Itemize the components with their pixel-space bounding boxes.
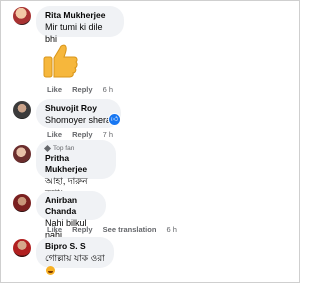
avatar[interactable] (13, 194, 31, 212)
like-reaction-icon[interactable]: 👍︎ (108, 113, 121, 126)
comment-time[interactable]: 6 h (103, 85, 113, 94)
thumbs-up-icon (43, 44, 78, 78)
commenter-name[interactable]: Bipro S. S (45, 241, 105, 252)
commenter-name[interactable]: Shuvojit Roy (45, 103, 112, 114)
commenter-name[interactable]: Anirban Chanda (45, 195, 97, 217)
top-fan-label: Top fan (53, 145, 75, 152)
comment-actions: Like Reply See translation 6 h (47, 225, 185, 234)
reply-button[interactable]: Reply (72, 130, 92, 139)
top-fan-icon (43, 144, 52, 152)
comments-panel: Rita Mukherjee Mir tumi ki dile bhi Like… (0, 0, 300, 283)
comment-bubble: Shuvojit Roy Shomoyer shera (36, 99, 121, 128)
like-button[interactable]: Like (47, 225, 62, 234)
comment-time[interactable]: 6 h (167, 225, 177, 234)
comment-text: Shomoyer shera (45, 115, 112, 125)
haha-emoji-icon (46, 266, 55, 276)
comment-text-value: গোল্লায় যাক ওরা (45, 253, 105, 263)
avatar[interactable] (13, 7, 31, 25)
commenter-name[interactable]: Pritha Mukherjee (45, 153, 107, 175)
comment-actions: Like Reply 6 h (47, 85, 121, 94)
like-button[interactable]: Like (47, 130, 62, 139)
reply-button[interactable]: Reply (72, 225, 92, 234)
avatar[interactable] (13, 239, 31, 257)
avatar[interactable] (13, 101, 31, 119)
comment-bubble: Top fan Pritha Mukherjee আহা, দারুন কথা। (36, 140, 116, 198)
comment-bubble: Rita Mukherjee Mir tumi ki dile bhi (36, 6, 124, 44)
avatar[interactable] (13, 145, 31, 163)
like-button[interactable]: Like (47, 85, 62, 94)
comment-time[interactable]: 7 h (103, 130, 113, 139)
comment-text: গোল্লায় যাক ওরা (45, 252, 105, 276)
comment-bubble: Bipro S. S গোল্লায় যাক ওরা (36, 237, 114, 276)
comment-bubble: Anirban Chanda Nahi bilkul nahi (36, 191, 106, 240)
commenter-name[interactable]: Rita Mukherjee (45, 10, 115, 21)
top-fan-badge: Top fan (43, 144, 107, 153)
see-translation-link[interactable]: See translation (103, 225, 157, 234)
reply-button[interactable]: Reply (72, 85, 92, 94)
comment-actions: Like Reply 7 h (47, 130, 121, 139)
